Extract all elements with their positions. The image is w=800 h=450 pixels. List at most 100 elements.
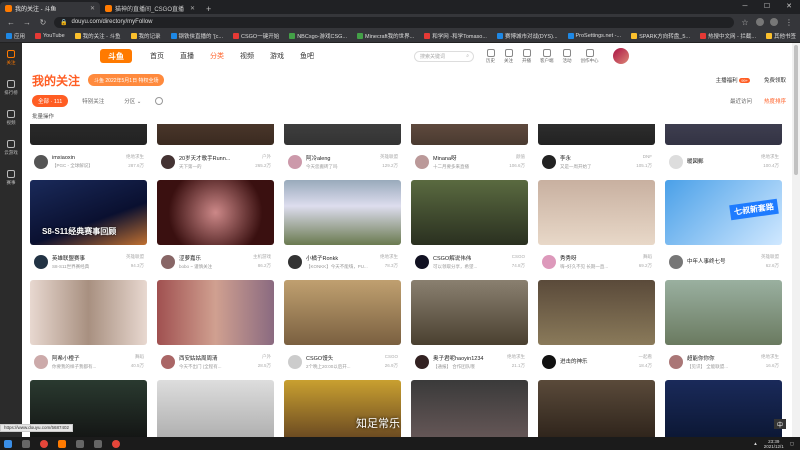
anchor-welfare-button[interactable]: 主播福利 99+ <box>716 76 750 84</box>
bookmark-item[interactable]: 我的记录 <box>130 32 161 40</box>
scrollbar-thumb[interactable] <box>794 45 798 175</box>
room-thumbnail[interactable] <box>411 280 528 345</box>
bookmark-item[interactable]: 钢铁侠直播的 '[c... <box>170 32 223 40</box>
creator-center-button[interactable]: 创作中心 <box>581 48 599 64</box>
avatar[interactable] <box>288 354 302 369</box>
avatar[interactable] <box>415 354 429 369</box>
client-button[interactable]: 客户端 <box>540 48 554 64</box>
start-live-button[interactable]: 开播 <box>522 48 531 64</box>
avatar[interactable] <box>34 154 48 169</box>
room-thumbnail[interactable] <box>30 280 147 345</box>
notification-icon[interactable]: ▢ <box>790 441 794 447</box>
free-gift-button[interactable]: 免费领取 <box>764 76 786 84</box>
room-thumbnail[interactable] <box>157 180 274 245</box>
close-tab-icon[interactable]: ✕ <box>190 5 195 12</box>
room-thumbnail[interactable] <box>411 124 528 145</box>
search-input[interactable]: 搜索关键词 ⌕ <box>414 50 474 62</box>
batch-operation-button[interactable]: 批量操作 <box>32 112 54 120</box>
room-card[interactable]: Minana呀 十二月要多来直播 颜值 106.6万 <box>411 124 528 178</box>
room-card[interactable] <box>411 380 528 437</box>
bookmark-item[interactable]: ProSettings.net -... <box>567 33 621 39</box>
sidebar-item-cloud-game[interactable]: 云游戏 <box>0 133 22 163</box>
history-button[interactable]: 历史 <box>486 48 495 64</box>
bookmark-item[interactable]: CSGO一键开始 <box>233 32 279 40</box>
bookmark-item[interactable]: 应用 <box>6 32 25 40</box>
nav-home[interactable]: 首页 <box>150 51 164 61</box>
room-thumbnail[interactable] <box>284 180 401 245</box>
chrome-icon[interactable] <box>40 439 48 448</box>
sort-hot[interactable]: 热度排序 <box>764 97 786 105</box>
sidebar-item-video[interactable]: 视频 <box>0 103 22 133</box>
minimize-icon[interactable]: ─ <box>734 0 756 14</box>
room-card[interactable]: 七叔新套路 中年人事终七号 英雄联盟 62.6万 <box>665 180 782 278</box>
douyu-app-icon[interactable] <box>58 439 66 448</box>
room-thumbnail[interactable] <box>538 180 655 245</box>
settings-icon[interactable] <box>155 97 164 105</box>
reload-icon[interactable]: ↻ <box>38 18 48 27</box>
avatar[interactable] <box>161 354 175 369</box>
room-card[interactable]: imxiaoxin 【PGC - 全球解说】 绝地求生 287.6万 <box>30 124 147 178</box>
room-thumbnail[interactable] <box>538 124 655 145</box>
close-tab-icon[interactable]: ✕ <box>90 5 95 12</box>
bookmark-item[interactable]: 我的关注 - 斗鱼 <box>74 32 121 40</box>
sidebar-item-follow[interactable]: 关注 <box>0 43 22 73</box>
avatar[interactable] <box>669 354 683 369</box>
forward-icon[interactable]: → <box>22 18 32 27</box>
windows-start-icon[interactable] <box>4 439 12 448</box>
search-icon[interactable]: ⌕ <box>466 53 469 59</box>
network-icon[interactable]: ▲ <box>753 441 757 446</box>
sort-recent[interactable]: 最近访问 <box>730 97 752 105</box>
avatar[interactable] <box>542 154 556 169</box>
room-card[interactable]: 阿冷aleng 今天您搬砖了吗 英雄联盟 129.2万 <box>284 124 401 178</box>
room-card[interactable]: 超能你你你 【见识】 全能联盟... 绝地求生 16.6万 <box>665 280 782 378</box>
bookmark-item[interactable]: 赛博城市对战(DYS)... <box>496 32 558 40</box>
browser-tab[interactable]: 猫神的直播间_CSGO直播 ✕ <box>100 2 200 14</box>
room-thumbnail[interactable] <box>538 280 655 345</box>
room-thumbnail[interactable] <box>284 280 401 345</box>
chrome-icon[interactable] <box>112 439 120 448</box>
avatar[interactable] <box>542 254 556 269</box>
bookmark-item[interactable]: Minecraft我的世界... <box>357 32 414 40</box>
profile-icon[interactable] <box>770 18 778 26</box>
avatar[interactable] <box>669 154 683 169</box>
browser-tab-active[interactable]: 我的关注 - 斗鱼 ✕ <box>0 2 100 14</box>
sidebar-item-rank[interactable]: 排行榜 <box>0 73 22 103</box>
back-icon[interactable]: ← <box>6 18 16 27</box>
nav-live[interactable]: 直播 <box>180 51 194 61</box>
avatar[interactable] <box>161 254 175 269</box>
extension-icon[interactable] <box>756 18 764 26</box>
avatar[interactable] <box>34 254 48 269</box>
url-input[interactable]: 🔒 douyu.com/directory/myFollow <box>54 16 734 28</box>
room-thumbnail[interactable] <box>284 124 401 145</box>
room-card[interactable]: 小橘子Ronkk 【KONKK】今天不能嗨，PU... 绝地求生 78.3万 <box>284 180 401 278</box>
room-thumbnail[interactable] <box>538 380 655 437</box>
room-card[interactable]: 涩萝嘉乐 bobo ~ 谨慎关注 主机游戏 86.2万 <box>157 180 274 278</box>
clock[interactable]: 23:39 2021/12/1 <box>764 439 784 449</box>
bookmark-item[interactable]: NBCsgo-游戏CSG... <box>289 32 347 40</box>
explorer-icon[interactable] <box>94 439 102 448</box>
room-card[interactable]: CSGO解说伟伟 可以领取分享，希望... CSGO 74.8万 <box>411 180 528 278</box>
room-thumbnail[interactable] <box>411 180 528 245</box>
follow-button[interactable]: 关注 <box>504 48 513 64</box>
room-card[interactable]: 奥子君呢haoyin1234 【通报】 合作团队哦 绝地求生 21.1万 <box>411 280 528 378</box>
room-thumbnail[interactable] <box>30 124 147 145</box>
room-card[interactable] <box>538 380 655 437</box>
maximize-icon[interactable]: ☐ <box>756 0 778 14</box>
avatar[interactable] <box>161 154 175 169</box>
nav-fishbar[interactable]: 鱼吧 <box>300 51 314 61</box>
room-card[interactable]: S8-S11经典赛事回顾 英雄联盟赛事 S8-S11世界赛经典 英雄联盟 94.3万 <box>30 180 147 278</box>
avatar[interactable] <box>415 254 429 269</box>
room-thumbnail[interactable] <box>157 280 274 345</box>
room-card[interactable]: 暖図郵 绝地求生 100.4万 <box>665 124 782 178</box>
search-icon[interactable] <box>22 439 30 448</box>
promo-banner[interactable]: 斗鱼 2022年5月1日 特权全场 <box>88 74 165 86</box>
room-card[interactable]: 阿希小橙子 你要我的样子我都有... 舞蹈 40.5万 <box>30 280 147 378</box>
steam-icon[interactable] <box>76 439 84 448</box>
new-tab-icon[interactable]: + <box>200 4 217 14</box>
room-thumbnail[interactable]: 七叔新套路 <box>665 180 782 245</box>
avatar[interactable] <box>542 354 556 369</box>
ime-indicator[interactable]: 中 <box>774 419 786 429</box>
bookmark-item[interactable]: YouTube <box>35 33 65 39</box>
room-card[interactable] <box>157 380 274 437</box>
nav-game[interactable]: 游戏 <box>270 51 284 61</box>
